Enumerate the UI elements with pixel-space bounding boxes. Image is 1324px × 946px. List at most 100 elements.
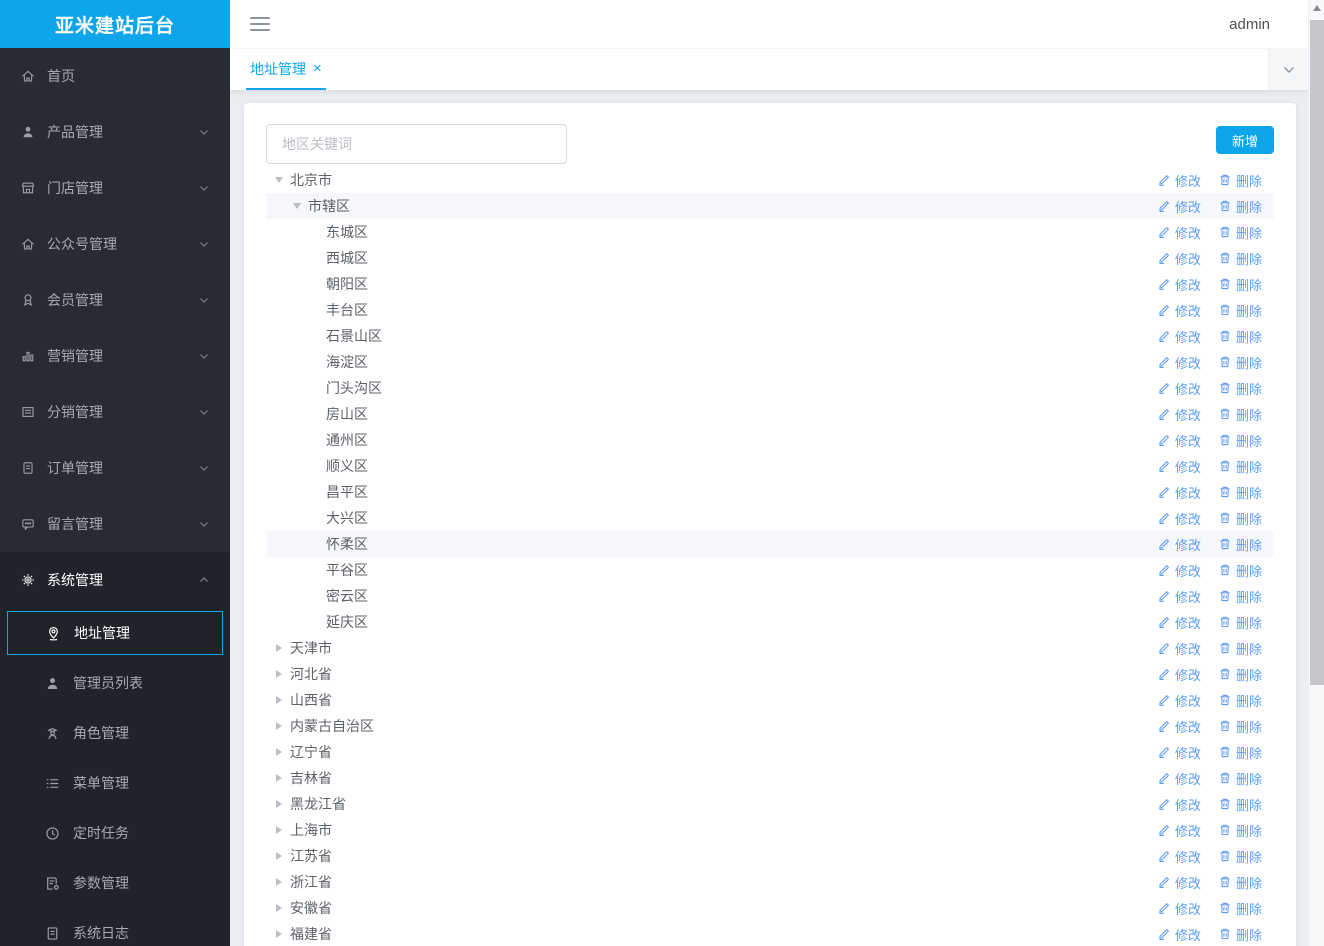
scroll-up-arrow-icon[interactable] (1313, 5, 1321, 11)
delete-link[interactable]: 删除 (1218, 873, 1262, 892)
tree-row[interactable]: 安徽省 修改 删除 (266, 895, 1274, 921)
expand-closed-icon[interactable] (272, 852, 286, 860)
tree-row[interactable]: 延庆区 修改 删除 (266, 609, 1274, 635)
tree-row[interactable]: 海淀区 修改 删除 (266, 349, 1274, 375)
delete-link[interactable]: 删除 (1218, 275, 1262, 294)
expand-closed-icon[interactable] (272, 748, 286, 756)
delete-link[interactable]: 删除 (1218, 613, 1262, 632)
delete-link[interactable]: 删除 (1218, 769, 1262, 788)
expand-closed-icon[interactable] (272, 722, 286, 730)
tree-row[interactable]: 山西省 修改 删除 (266, 687, 1274, 713)
expand-open-icon[interactable] (290, 203, 304, 209)
expand-closed-icon[interactable] (272, 904, 286, 912)
delete-link[interactable]: 删除 (1218, 405, 1262, 424)
sidebar-subitem-logs[interactable]: 系统日志 (0, 908, 230, 946)
tree-row[interactable]: 朝阳区 修改 删除 (266, 271, 1274, 297)
sidebar-item-wechat[interactable]: 公众号管理 (0, 216, 230, 272)
edit-link[interactable]: 修改 (1157, 847, 1201, 866)
delete-link[interactable]: 删除 (1218, 561, 1262, 580)
expand-closed-icon[interactable] (272, 644, 286, 652)
edit-link[interactable]: 修改 (1157, 743, 1201, 762)
tabbar-collapse-button[interactable] (1268, 49, 1308, 90)
scrollbar-thumb[interactable] (1310, 20, 1324, 685)
delete-link[interactable]: 删除 (1218, 795, 1262, 814)
edit-link[interactable]: 修改 (1157, 535, 1201, 554)
edit-link[interactable]: 修改 (1157, 561, 1201, 580)
delete-link[interactable]: 删除 (1218, 535, 1262, 554)
edit-link[interactable]: 修改 (1157, 717, 1201, 736)
tab-close-icon[interactable]: × (313, 61, 322, 76)
sidebar-item-system[interactable]: 系统管理 (0, 552, 230, 608)
edit-link[interactable]: 修改 (1157, 457, 1201, 476)
delete-link[interactable]: 删除 (1218, 639, 1262, 658)
delete-link[interactable]: 删除 (1218, 847, 1262, 866)
tree-row[interactable]: 门头沟区 修改 删除 (266, 375, 1274, 401)
tree-row[interactable]: 福建省 修改 删除 (266, 921, 1274, 946)
tree-row[interactable]: 市辖区 修改 删除 (266, 193, 1274, 219)
delete-link[interactable]: 删除 (1218, 301, 1262, 320)
sidebar-item-members[interactable]: 会员管理 (0, 272, 230, 328)
tree-row[interactable]: 石景山区 修改 删除 (266, 323, 1274, 349)
edit-link[interactable]: 修改 (1157, 483, 1201, 502)
edit-link[interactable]: 修改 (1157, 509, 1201, 528)
tab-address-management[interactable]: 地址管理 × (246, 49, 326, 90)
sidebar-item-products[interactable]: 产品管理 (0, 104, 230, 160)
tree-row[interactable]: 西城区 修改 删除 (266, 245, 1274, 271)
expand-open-icon[interactable] (272, 177, 286, 183)
tree-row[interactable]: 天津市 修改 删除 (266, 635, 1274, 661)
delete-link[interactable]: 删除 (1218, 379, 1262, 398)
tree-row[interactable]: 东城区 修改 删除 (266, 219, 1274, 245)
sidebar-item-orders[interactable]: 订单管理 (0, 440, 230, 496)
tree-row[interactable]: 北京市 修改 删除 (266, 167, 1274, 193)
expand-closed-icon[interactable] (272, 774, 286, 782)
expand-closed-icon[interactable] (272, 696, 286, 704)
edit-link[interactable]: 修改 (1157, 691, 1201, 710)
delete-link[interactable]: 删除 (1218, 431, 1262, 450)
sidebar-subitem-cron[interactable]: 定时任务 (0, 808, 230, 858)
edit-link[interactable]: 修改 (1157, 665, 1201, 684)
delete-link[interactable]: 删除 (1218, 587, 1262, 606)
delete-link[interactable]: 删除 (1218, 483, 1262, 502)
delete-link[interactable]: 删除 (1218, 743, 1262, 762)
delete-link[interactable]: 删除 (1218, 457, 1262, 476)
sidebar-subitem-params[interactable]: 参数管理 (0, 858, 230, 908)
edit-link[interactable]: 修改 (1157, 379, 1201, 398)
sidebar-item-marketing[interactable]: 营销管理 (0, 328, 230, 384)
delete-link[interactable]: 删除 (1218, 509, 1262, 528)
edit-link[interactable]: 修改 (1157, 353, 1201, 372)
tree-row[interactable]: 怀柔区 修改 删除 (266, 531, 1274, 557)
edit-link[interactable]: 修改 (1157, 769, 1201, 788)
tree-row[interactable]: 内蒙古自治区 修改 删除 (266, 713, 1274, 739)
tree-row[interactable]: 辽宁省 修改 删除 (266, 739, 1274, 765)
tree-row[interactable]: 浙江省 修改 删除 (266, 869, 1274, 895)
edit-link[interactable]: 修改 (1157, 795, 1201, 814)
tree-row[interactable]: 丰台区 修改 删除 (266, 297, 1274, 323)
page-scrollbar[interactable] (1308, 0, 1324, 946)
tree-row[interactable]: 平谷区 修改 删除 (266, 557, 1274, 583)
sidebar-item-distribution[interactable]: 分销管理 (0, 384, 230, 440)
sidebar-item-messages[interactable]: 留言管理 (0, 496, 230, 552)
delete-link[interactable]: 删除 (1218, 353, 1262, 372)
tree-row[interactable]: 上海市 修改 删除 (266, 817, 1274, 843)
sidebar-subitem-menus[interactable]: 菜单管理 (0, 758, 230, 808)
delete-link[interactable]: 删除 (1218, 821, 1262, 840)
edit-link[interactable]: 修改 (1157, 431, 1201, 450)
delete-link[interactable]: 删除 (1218, 925, 1262, 944)
user-menu[interactable]: admin (1229, 16, 1270, 33)
hamburger-menu-icon[interactable] (250, 17, 270, 31)
edit-link[interactable]: 修改 (1157, 223, 1201, 242)
delete-link[interactable]: 删除 (1218, 665, 1262, 684)
sidebar-subitem-roles[interactable]: 角色管理 (0, 708, 230, 758)
sidebar-subitem-address[interactable]: 地址管理 (7, 611, 223, 655)
sidebar-item-stores[interactable]: 门店管理 (0, 160, 230, 216)
tree-row[interactable]: 通州区 修改 删除 (266, 427, 1274, 453)
delete-link[interactable]: 删除 (1218, 327, 1262, 346)
edit-link[interactable]: 修改 (1157, 301, 1201, 320)
edit-link[interactable]: 修改 (1157, 821, 1201, 840)
tree-row[interactable]: 江苏省 修改 删除 (266, 843, 1274, 869)
tree-row[interactable]: 大兴区 修改 删除 (266, 505, 1274, 531)
delete-link[interactable]: 删除 (1218, 717, 1262, 736)
expand-closed-icon[interactable] (272, 670, 286, 678)
tree-row[interactable]: 密云区 修改 删除 (266, 583, 1274, 609)
tree-row[interactable]: 河北省 修改 删除 (266, 661, 1274, 687)
